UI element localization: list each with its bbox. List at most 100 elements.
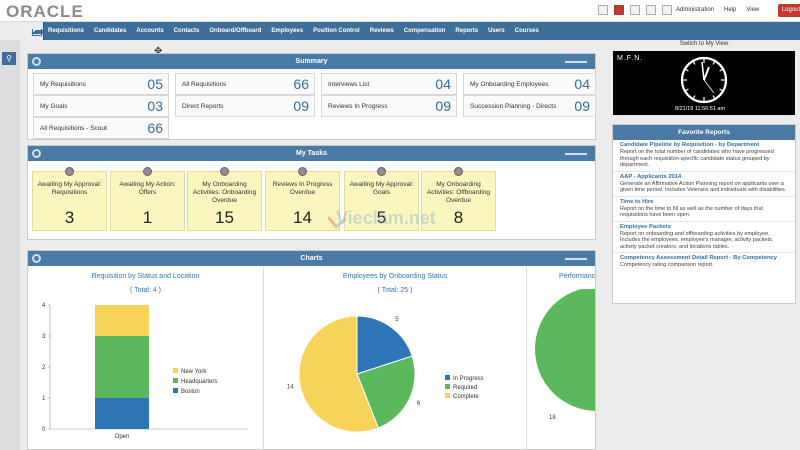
- summary-my-goals[interactable]: My Goals 03: [33, 95, 169, 117]
- summary-label: Succession Planning - Directs: [470, 103, 557, 110]
- pin-icon: [377, 167, 386, 176]
- nav-candidates[interactable]: Candidates: [94, 28, 126, 34]
- tasks-title: My Tasks: [296, 150, 327, 157]
- switch-view-link[interactable]: Switch to My View: [613, 41, 795, 51]
- summary-all-requisitions-scout[interactable]: All Requisitions - Scout 66: [33, 117, 169, 139]
- nav-position-control[interactable]: Position Control: [313, 28, 360, 34]
- summary-direct-reports[interactable]: Direct Reports 09: [175, 95, 315, 117]
- y-tick-label: 0: [42, 427, 46, 433]
- legend-swatch: [173, 368, 178, 373]
- pie-value-label: 5: [395, 317, 399, 323]
- summary-value[interactable]: 66: [147, 120, 163, 136]
- legend-label: Headquarters: [181, 379, 217, 385]
- task-label: My Onboarding Activities: Onboarding Ove…: [192, 181, 257, 204]
- y-tick-label: 1: [42, 396, 46, 402]
- gear-icon[interactable]: [32, 149, 41, 158]
- task-card[interactable]: Reviews In Progress Overdue 14: [265, 167, 340, 231]
- inbox-icon[interactable]: [630, 5, 640, 15]
- x-tick-label: Open: [115, 434, 130, 440]
- top-header: ORACLE Administration Help View Logout: [0, 0, 800, 22]
- pie-chart: 5 6 14 In Progress Required Complete: [287, 315, 484, 433]
- nav-requisitions[interactable]: Requisitions: [48, 28, 84, 34]
- help-menu[interactable]: Help: [724, 7, 736, 13]
- summary-my-requisitions[interactable]: My Requisitions 05: [33, 73, 169, 95]
- report-description: Generate an Affirmative Action Planning …: [620, 180, 787, 194]
- left-strip: [0, 40, 20, 450]
- legend-label: Boston: [181, 389, 200, 395]
- collapse-icon[interactable]: [565, 153, 587, 155]
- oracle-logo: ORACLE: [6, 2, 84, 21]
- summary-label: Reviews In Progress: [328, 103, 388, 110]
- summary-label: My Requisitions: [40, 81, 86, 88]
- nav-onboard-offboard[interactable]: Onboard/Offboard: [209, 28, 261, 34]
- bookmark-icon[interactable]: [598, 5, 608, 15]
- summary-value[interactable]: 04: [435, 76, 451, 92]
- nav-users[interactable]: Users: [488, 28, 505, 34]
- favorite-reports-title: Favorite Reports: [613, 125, 795, 140]
- summary-value[interactable]: 09: [435, 98, 451, 114]
- summary-label: Interviews List: [328, 81, 370, 88]
- summary-my-onboarding-employees[interactable]: My Onboarding Employees 04: [463, 73, 596, 95]
- legend-label: New York: [181, 369, 207, 375]
- summary-all-requisitions[interactable]: All Requisitions 66: [175, 73, 315, 95]
- summary-value[interactable]: 09: [293, 98, 309, 114]
- onboarding-chart: Employees by Onboarding Status ( Total: …: [264, 267, 527, 449]
- nav-accounts[interactable]: Accounts: [136, 28, 163, 34]
- mail-icon[interactable]: [662, 5, 672, 15]
- task-card[interactable]: Awaiting My Action: Offers 1: [110, 167, 185, 231]
- summary-value[interactable]: 05: [147, 76, 163, 92]
- report-link[interactable]: Time to Hire: [620, 199, 788, 206]
- administration-menu[interactable]: Administration: [676, 7, 714, 13]
- collapse-icon[interactable]: [565, 258, 587, 260]
- report-link[interactable]: Employee Packets: [620, 224, 788, 231]
- clock-widget: Switch to My View M.F.N. 8/21/19 11:56:5…: [613, 41, 795, 116]
- summary-succession-planning[interactable]: Succession Planning - Directs 09: [463, 95, 596, 117]
- task-count[interactable]: 15: [188, 208, 261, 228]
- clock-display: M.F.N. 8/21/19 11:56:51 am: [613, 51, 795, 115]
- summary-reviews-in-progress[interactable]: Reviews In Progress 09: [321, 95, 457, 117]
- task-label: My Onboarding Activities: Offboarding Ov…: [426, 181, 491, 204]
- home-icon[interactable]: [28, 22, 51, 40]
- pin-icon: [220, 167, 229, 176]
- charts-header: Charts: [28, 251, 595, 266]
- task-card[interactable]: Awaiting My Approval: Requisitions 3: [32, 167, 107, 231]
- nav-contacts[interactable]: Contacts: [174, 28, 200, 34]
- search-icon[interactable]: ⚲: [2, 52, 16, 65]
- legend-label: Required: [453, 385, 477, 391]
- report-link[interactable]: Competency Assessment Detail Report - By…: [620, 255, 788, 262]
- nav-reports[interactable]: Reports: [455, 28, 478, 34]
- nav-employees[interactable]: Employees: [271, 28, 303, 34]
- alert-icon[interactable]: [614, 5, 624, 15]
- view-menu[interactable]: View: [746, 7, 759, 13]
- summary-label: Direct Reports: [182, 103, 224, 110]
- summary-value[interactable]: 66: [293, 76, 309, 92]
- legend-label: In Progress: [453, 376, 484, 382]
- report-item: AAP - Applicants 2014 Generate an Affirm…: [613, 172, 795, 197]
- calendar-icon[interactable]: [646, 5, 656, 15]
- nav-courses[interactable]: Courses: [515, 28, 539, 34]
- nav-compensation[interactable]: Compensation: [404, 28, 446, 34]
- logout-button[interactable]: Logout: [778, 4, 800, 17]
- report-description: Competency rating comparison report.: [620, 262, 714, 268]
- clock-datetime: 8/21/19 11:56:51 am: [675, 106, 726, 112]
- nav-reviews[interactable]: Reviews: [370, 28, 394, 34]
- chart-title: Requisition by Status and Location: [91, 273, 200, 280]
- tasks-panel: My Tasks Awaiting My Approval: Requisiti…: [27, 145, 596, 240]
- gear-icon[interactable]: [32, 57, 41, 66]
- gear-icon[interactable]: [32, 254, 41, 263]
- collapse-icon[interactable]: [565, 61, 587, 63]
- report-link[interactable]: Candidate Pipeline by Requisition - by D…: [620, 142, 788, 149]
- bar-chart: 0 1 2 3 4 Open New York Headquarters Boston: [42, 303, 248, 440]
- task-count[interactable]: 3: [33, 208, 106, 228]
- summary-value[interactable]: 04: [574, 76, 590, 92]
- summary-interviews-list[interactable]: Interviews List 04: [321, 73, 457, 95]
- summary-value[interactable]: 09: [574, 98, 590, 114]
- report-item: Competency Assessment Detail Report - By…: [613, 253, 795, 271]
- report-link[interactable]: AAP - Applicants 2014: [620, 174, 788, 181]
- task-card[interactable]: My Onboarding Activities: Onboarding Ove…: [187, 167, 262, 231]
- summary-label: My Goals: [40, 103, 68, 110]
- task-count[interactable]: 1: [111, 208, 184, 228]
- legend-swatch: [445, 393, 450, 398]
- y-tick-label: 4: [42, 303, 46, 309]
- summary-value[interactable]: 03: [147, 98, 163, 114]
